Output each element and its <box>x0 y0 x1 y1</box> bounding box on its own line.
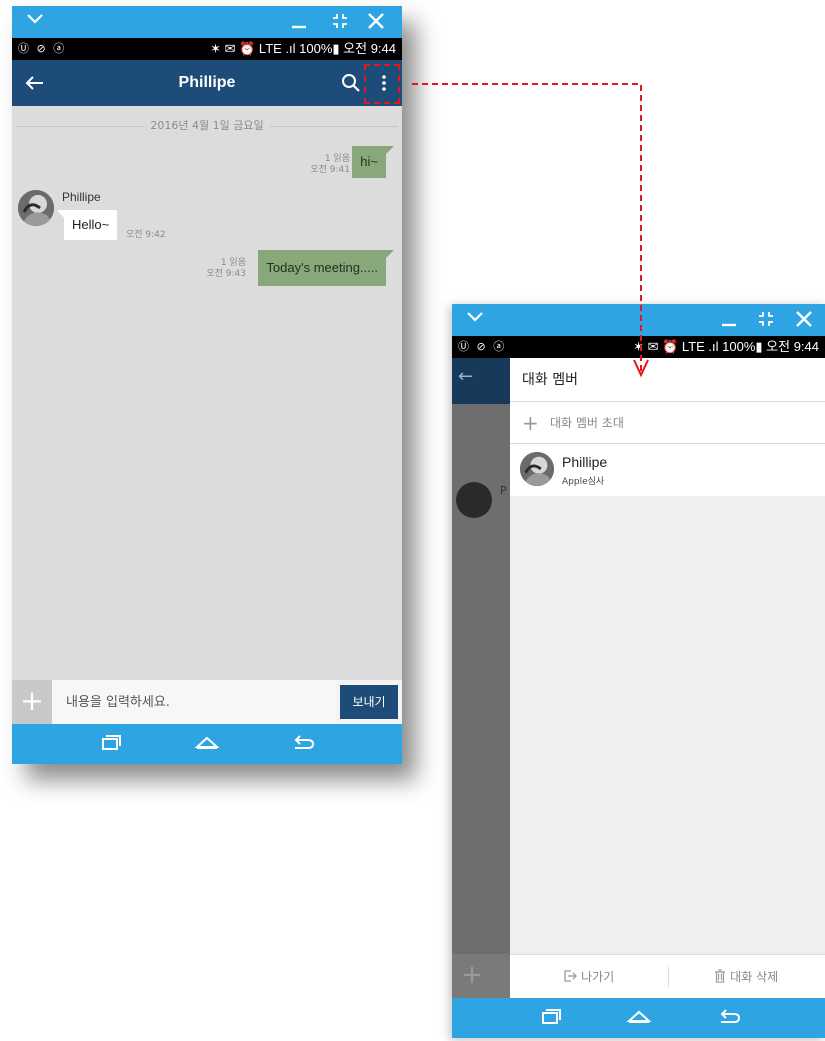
resize-icon[interactable] <box>756 309 776 329</box>
drawer-header: 대화 멤버 <box>510 358 825 402</box>
member-name: Phillipe <box>562 454 608 470</box>
message-time: 오전 9:42 <box>126 230 166 240</box>
dimmed-avatar <box>456 482 492 518</box>
message-meta: 1 읽음 오전 9:41 <box>270 154 350 176</box>
message-bubble-incoming[interactable]: Hello~ <box>56 210 118 240</box>
invite-member-button[interactable]: + 대화 멤버 초대 <box>510 402 825 444</box>
status-right: ✶ ✉ ⏰ LTE .ıl 100%▮ 오전 9:44 <box>210 41 396 56</box>
close-icon[interactable] <box>366 11 386 31</box>
dimmed-back-arrow-icon: ← <box>458 366 474 387</box>
avatar <box>520 452 554 486</box>
message-time: 오전 9:41 <box>310 165 350 175</box>
chat-screen: Ⓤ ⊘ ⓐ ✶ ✉ ⏰ LTE .ıl 100%▮ 오전 9:44 Philli… <box>12 6 402 764</box>
dimmed-plus-icon: + <box>461 960 483 990</box>
member-drawer: 대화 멤버 + 대화 멤버 초대 Phillipe Apple심사 나가기 대화… <box>510 358 825 998</box>
back-icon[interactable] <box>714 1004 744 1030</box>
sender-name: Phillipe <box>62 190 101 204</box>
read-receipt: 1 읽음 <box>324 154 350 164</box>
leave-button[interactable]: 나가기 <box>510 955 668 999</box>
avatar[interactable] <box>18 190 54 226</box>
chevron-down-icon[interactable] <box>26 12 44 26</box>
drawer-footer: 나가기 대화 삭제 <box>510 954 825 998</box>
nav-bar <box>12 724 402 764</box>
delete-chat-button[interactable]: 대화 삭제 <box>668 955 825 999</box>
drawer-title: 대화 멤버 <box>522 372 578 388</box>
recent-apps-icon[interactable] <box>96 730 126 756</box>
status-right: ✶ ✉ ⏰ LTE .ıl 100%▮ 오전 9:44 <box>633 339 819 354</box>
resize-icon[interactable] <box>330 11 350 31</box>
recent-apps-icon[interactable] <box>536 1004 566 1030</box>
plus-icon: + <box>522 411 539 435</box>
app-bar: Phillipe <box>12 60 402 106</box>
trash-icon <box>715 969 726 983</box>
invite-label: 대화 멤버 초대 <box>550 416 624 430</box>
status-bar: Ⓤ ⊘ ⓐ ✶ ✉ ⏰ LTE .ıl 100%▮ 오전 9:44 <box>452 336 825 358</box>
message-list: 2016년 4월 1일 금요일 1 읽음 오전 9:41 hi~ Phillip… <box>12 106 402 680</box>
member-drawer-screen: Ⓤ ⊘ ⓐ ✶ ✉ ⏰ LTE .ıl 100%▮ 오전 9:44 ← P + … <box>452 304 825 1038</box>
nav-bar <box>452 998 825 1038</box>
chevron-down-icon[interactable] <box>466 310 484 324</box>
read-receipt: 1 읽음 <box>220 258 246 268</box>
menu-highlight-box <box>364 64 400 104</box>
home-icon[interactable] <box>624 1004 654 1030</box>
minimize-icon[interactable] <box>720 310 738 328</box>
status-bar: Ⓤ ⊘ ⓐ ✶ ✉ ⏰ LTE .ıl 100%▮ 오전 9:44 <box>12 38 402 60</box>
member-subtitle: Apple심사 <box>562 477 605 487</box>
home-icon[interactable] <box>192 730 222 756</box>
close-icon[interactable] <box>794 309 814 329</box>
minimize-icon[interactable] <box>290 12 308 30</box>
message-bubble-outgoing[interactable]: hi~ <box>352 146 394 178</box>
member-list-item[interactable]: Phillipe Apple심사 <box>510 444 825 496</box>
back-icon[interactable] <box>288 730 318 756</box>
compose-bar: + 보내기 <box>12 680 402 724</box>
message-meta: 1 읽음 오전 9:43 <box>166 258 246 280</box>
message-input[interactable] <box>52 680 336 724</box>
status-left-icons: Ⓤ ⊘ ⓐ <box>458 340 507 353</box>
leave-label: 나가기 <box>581 970 615 984</box>
delete-label: 대화 삭제 <box>730 970 779 984</box>
send-button[interactable]: 보내기 <box>340 685 398 719</box>
date-label: 2016년 4월 1일 금요일 <box>144 119 270 132</box>
dimmed-sender-initial: P <box>500 484 507 497</box>
message-time: 오전 9:43 <box>206 269 246 279</box>
date-separator: 2016년 4월 1일 금요일 <box>12 118 402 134</box>
window-bar <box>452 304 825 336</box>
message-bubble-outgoing[interactable]: Today's meeting..... <box>258 250 394 286</box>
dimmed-chat-background: ← P + <box>452 358 512 998</box>
search-icon[interactable] <box>340 72 362 94</box>
exit-icon <box>564 970 578 982</box>
window-bar <box>12 6 402 38</box>
attach-plus-button[interactable]: + <box>12 680 52 724</box>
status-left-icons: Ⓤ ⊘ ⓐ <box>18 42 67 55</box>
